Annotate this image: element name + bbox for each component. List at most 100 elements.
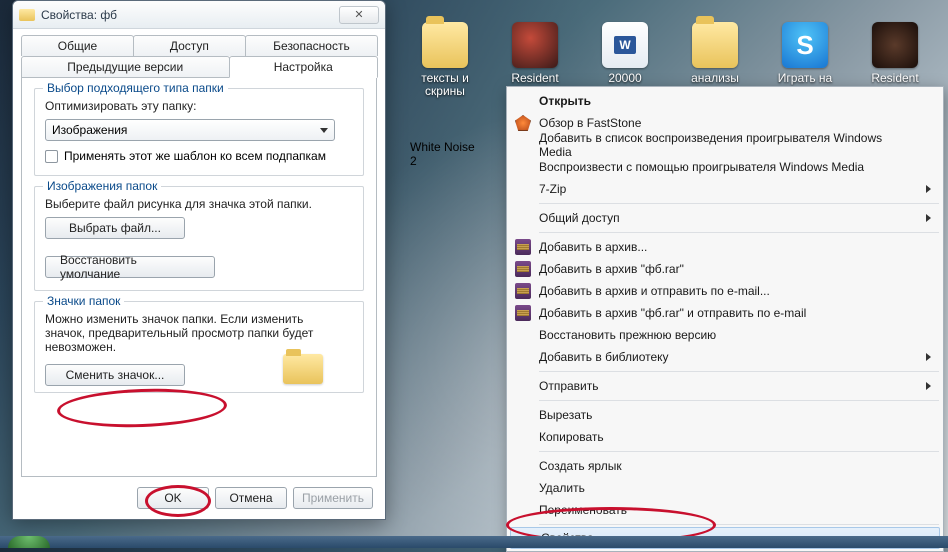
menu-item-label: Воспроизвести с помощью проигрывателя Wi… bbox=[539, 160, 864, 174]
tabs: Общие Доступ Безопасность Предыдущие вер… bbox=[13, 29, 385, 477]
group-folder-type: Выбор подходящего типа папки Оптимизиров… bbox=[34, 88, 364, 176]
group-legend: Выбор подходящего типа папки bbox=[43, 81, 228, 95]
menu-item[interactable]: Добавить в список воспроизведения проигр… bbox=[509, 134, 941, 156]
menu-separator bbox=[539, 451, 939, 452]
folder-icon bbox=[422, 22, 468, 68]
menu-item-label: Обзор в FastStone bbox=[539, 116, 641, 130]
folder-preview-icon bbox=[283, 354, 323, 384]
menu-item-label: Переименовать bbox=[539, 503, 627, 517]
icon-label: White Noise 2 bbox=[410, 140, 480, 168]
tab-general[interactable]: Общие bbox=[21, 35, 134, 56]
menu-item[interactable]: Добавить в архив... bbox=[509, 236, 941, 258]
menu-item-label: Добавить в архив "фб.rar" и отправить по… bbox=[539, 306, 806, 320]
start-button[interactable] bbox=[8, 536, 50, 548]
optimize-label: Оптимизировать эту папку: bbox=[45, 99, 353, 113]
word-icon: W bbox=[602, 22, 648, 68]
menu-item[interactable]: Добавить в архив "фб.rar" и отправить по… bbox=[509, 302, 941, 324]
game-icon bbox=[512, 22, 558, 68]
menu-item-label: Добавить в архив... bbox=[539, 240, 647, 254]
group-folder-icons: Значки папок Можно изменить значок папки… bbox=[34, 301, 364, 393]
menu-item-label: 7-Zip bbox=[539, 182, 566, 196]
change-icon-desc: Можно изменить значок папки. Если измени… bbox=[45, 312, 335, 354]
menu-item-label: Копировать bbox=[539, 430, 604, 444]
window-title: Свойства: фб bbox=[41, 8, 339, 22]
taskbar[interactable] bbox=[0, 536, 948, 548]
rar-icon bbox=[515, 283, 531, 299]
tab-customize[interactable]: Настройка bbox=[229, 56, 379, 78]
checkbox-label: Применять этот же шаблон ко всем подпапк… bbox=[64, 149, 326, 163]
menu-item-label: Отправить bbox=[539, 379, 599, 393]
tab-access[interactable]: Доступ bbox=[133, 35, 246, 56]
menu-item-label: Удалить bbox=[539, 481, 585, 495]
s-icon: S bbox=[782, 22, 828, 68]
folder-icon bbox=[692, 22, 738, 68]
apply-button[interactable]: Применить bbox=[293, 487, 373, 509]
fs-icon bbox=[515, 115, 531, 131]
menu-item[interactable]: Восстановить прежнюю версию bbox=[509, 324, 941, 346]
menu-item[interactable]: Общий доступ bbox=[509, 207, 941, 229]
restore-default-button[interactable]: Восстановить умолчание bbox=[45, 256, 215, 278]
menu-item[interactable]: Открыть bbox=[509, 90, 941, 112]
tab-security[interactable]: Безопасность bbox=[245, 35, 378, 56]
optimize-select[interactable]: Изображения bbox=[45, 119, 335, 141]
menu-item[interactable]: Добавить в архив "фб.rar" bbox=[509, 258, 941, 280]
tab-previous-versions[interactable]: Предыдущие версии bbox=[21, 56, 230, 78]
apply-template-checkbox[interactable] bbox=[45, 150, 58, 163]
titlebar[interactable]: Свойства: фб ✕ bbox=[13, 1, 385, 29]
menu-item[interactable]: Копировать bbox=[509, 426, 941, 448]
menu-item[interactable]: Добавить в библиотеку bbox=[509, 346, 941, 368]
menu-item[interactable]: Воспроизвести с помощью проигрывателя Wi… bbox=[509, 156, 941, 178]
chevron-right-icon bbox=[926, 214, 931, 222]
change-icon-button[interactable]: Сменить значок... bbox=[45, 364, 185, 386]
context-menu: Открыть Обзор в FastStoneДобавить в списо… bbox=[506, 86, 944, 552]
menu-item[interactable]: Добавить в архив и отправить по e-mail..… bbox=[509, 280, 941, 302]
menu-item[interactable]: Удалить bbox=[509, 477, 941, 499]
icon-label: тексты и скрины bbox=[410, 72, 480, 98]
tab-body: Выбор подходящего типа папки Оптимизиров… bbox=[21, 77, 377, 477]
menu-separator bbox=[539, 371, 939, 372]
chevron-right-icon bbox=[926, 382, 931, 390]
menu-item[interactable]: Переименовать bbox=[509, 499, 941, 521]
rar-icon bbox=[515, 305, 531, 321]
group-legend: Значки папок bbox=[43, 294, 124, 308]
chevron-down-icon bbox=[320, 128, 328, 133]
menu-item[interactable]: Отправить bbox=[509, 375, 941, 397]
menu-item[interactable]: Создать ярлык bbox=[509, 455, 941, 477]
choose-file-label: Выберите файл рисунка для значка этой па… bbox=[45, 197, 353, 211]
icon-label: анализы bbox=[691, 72, 739, 85]
menu-separator bbox=[539, 232, 939, 233]
choose-file-button[interactable]: Выбрать файл... bbox=[45, 217, 185, 239]
menu-item[interactable]: 7-Zip bbox=[509, 178, 941, 200]
properties-dialog: Свойства: фб ✕ Общие Доступ Безопасность… bbox=[12, 0, 386, 520]
menu-separator bbox=[539, 203, 939, 204]
folder-icon bbox=[19, 9, 35, 21]
menu-item-label: Общий доступ bbox=[539, 211, 620, 225]
rar-icon bbox=[515, 239, 531, 255]
menu-item-label: Добавить в библиотеку bbox=[539, 350, 669, 364]
menu-item-label: Создать ярлык bbox=[539, 459, 622, 473]
group-legend: Изображения папок bbox=[43, 179, 161, 193]
menu-item-label: Восстановить прежнюю версию bbox=[539, 328, 716, 342]
select-value: Изображения bbox=[52, 123, 127, 137]
menu-separator bbox=[539, 400, 939, 401]
cancel-button[interactable]: Отмена bbox=[215, 487, 287, 509]
rar-icon bbox=[515, 261, 531, 277]
game-icon bbox=[872, 22, 918, 68]
desktop-icon-texts[interactable]: тексты и скрины bbox=[410, 22, 480, 98]
menu-item-label: Добавить в архив "фб.rar" bbox=[539, 262, 684, 276]
menu-item[interactable]: Вырезать bbox=[509, 404, 941, 426]
menu-item-label: Вырезать bbox=[539, 408, 592, 422]
chevron-right-icon bbox=[926, 353, 931, 361]
menu-item-label: Добавить в список воспроизведения проигр… bbox=[539, 131, 913, 159]
menu-item-label: Открыть bbox=[539, 94, 591, 108]
desktop-icon-white-noise[interactable]: White Noise 2 bbox=[410, 136, 480, 168]
menu-item-label: Добавить в архив и отправить по e-mail..… bbox=[539, 284, 770, 298]
icon-label: Играть на bbox=[778, 72, 832, 85]
ok-button[interactable]: OK bbox=[137, 487, 209, 509]
menu-separator bbox=[539, 524, 939, 525]
group-folder-images: Изображения папок Выберите файл рисунка … bbox=[34, 186, 364, 291]
close-button[interactable]: ✕ bbox=[339, 6, 379, 24]
icon-label: 20000 bbox=[608, 72, 641, 85]
chevron-right-icon bbox=[926, 185, 931, 193]
dialog-buttons: OK Отмена Применить bbox=[137, 487, 373, 509]
